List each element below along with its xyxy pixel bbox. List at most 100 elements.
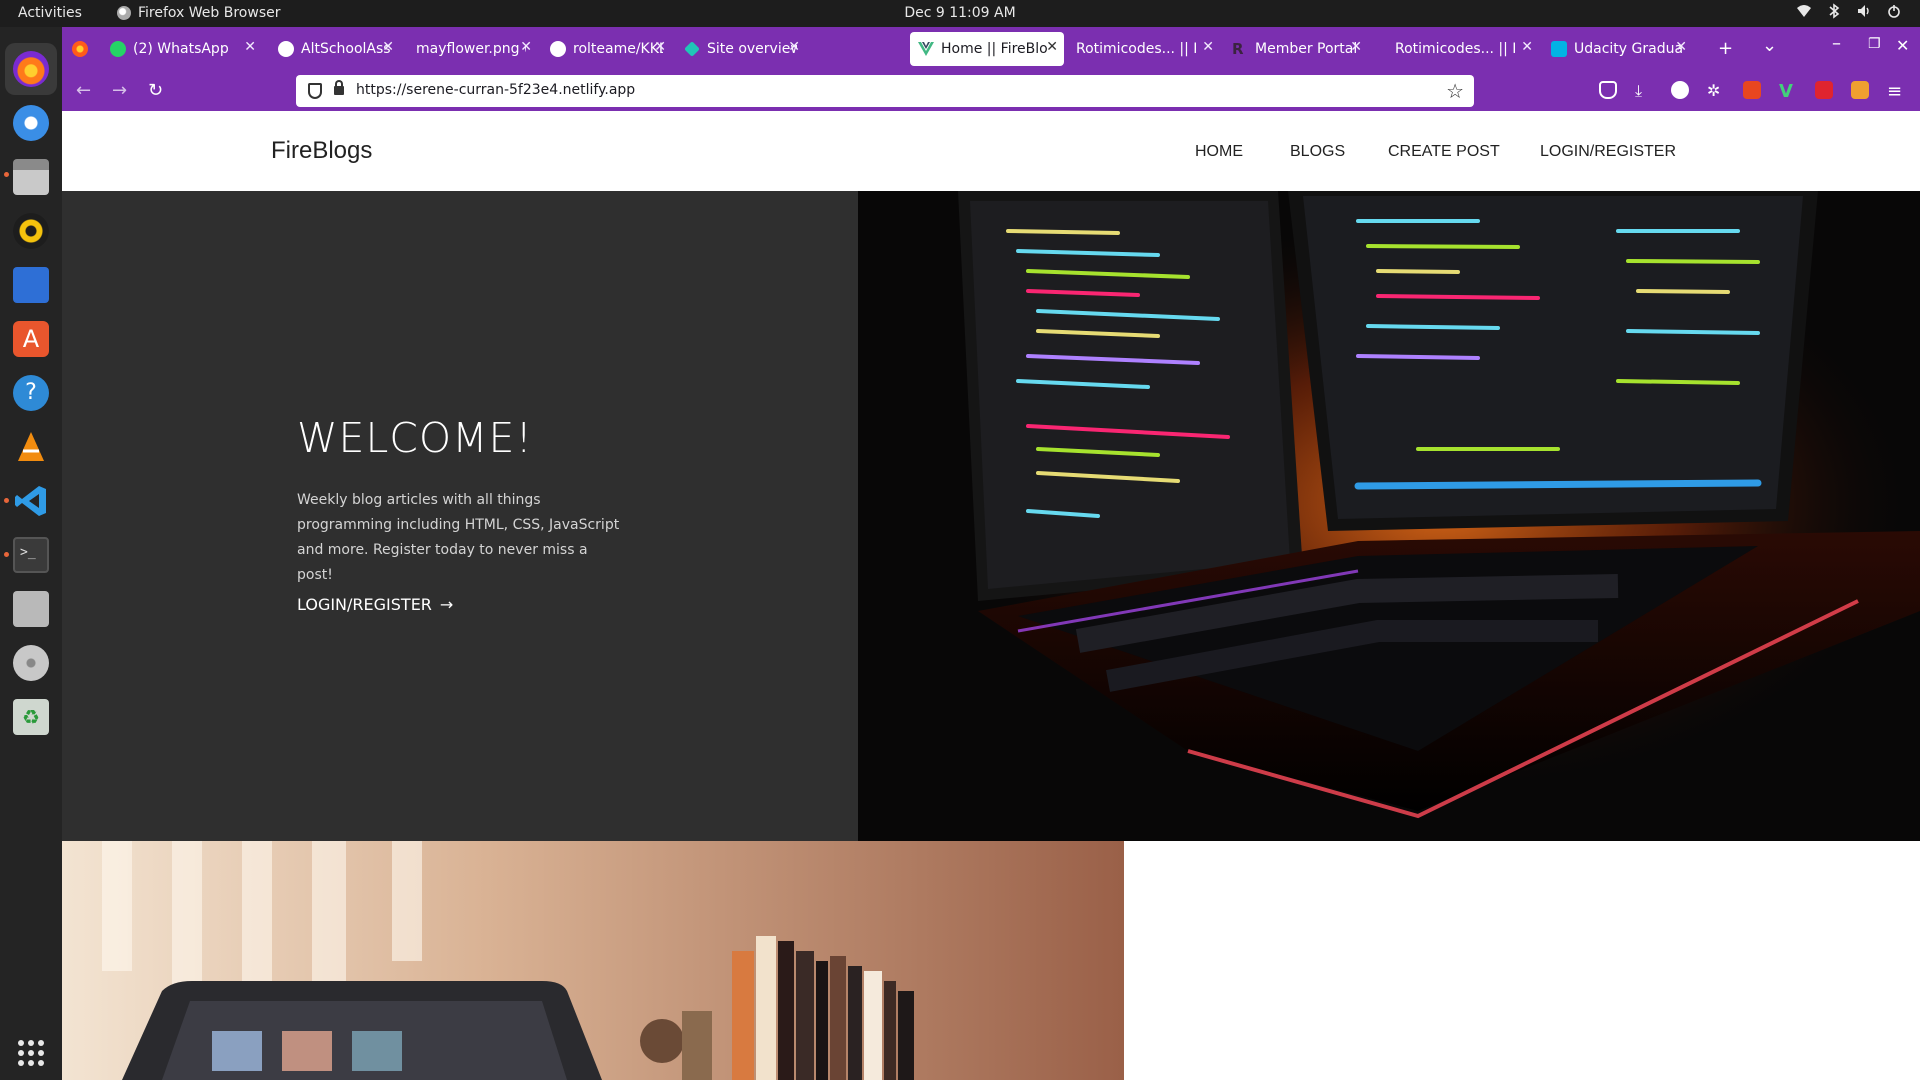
tracking-protection-icon[interactable] — [308, 83, 322, 99]
app-menu[interactable]: Firefox Web Browser — [117, 5, 281, 21]
lock-icon[interactable] — [334, 80, 344, 95]
close-tab-icon[interactable]: ✕ — [520, 39, 532, 55]
system-top-bar: Activities Firefox Web Browser Dec 9 11:… — [0, 0, 1920, 27]
tab-rotimicodes-home[interactable]: Rotimicodes... || Ho ✕ — [1068, 32, 1220, 66]
netlify-icon — [684, 41, 700, 57]
whatsapp-icon — [110, 41, 126, 57]
tab-bar: (2) WhatsApp ✕ AltSchoolAssign ✕ mayflow… — [62, 27, 1920, 71]
close-tab-icon[interactable]: ✕ — [244, 39, 256, 55]
extension-orange-icon[interactable] — [1743, 81, 1761, 99]
tab-label: Udacity Gradua — [1574, 41, 1682, 57]
list-all-tabs-button[interactable]: ⌄ — [1762, 35, 1777, 56]
web-page: FireBlogs HOME BLOGS CREATE POST LOGIN/R… — [62, 111, 1920, 1080]
vscode-icon[interactable] — [13, 483, 49, 519]
running-indicator — [4, 498, 9, 503]
close-tab-icon[interactable]: ✕ — [382, 39, 394, 55]
clock[interactable]: Dec 9 11:09 AM — [0, 5, 1920, 21]
address-bar[interactable]: https://serene-curran-5f23e4.netlify.app… — [296, 75, 1474, 107]
restore-button[interactable]: ❐ — [1868, 36, 1881, 52]
dock: A ? >_ ♻ — [0, 27, 62, 1080]
tab-label: Rotimicodes... || Pr — [1395, 41, 1515, 57]
reload-button[interactable]: ↻ — [148, 80, 163, 101]
desk-laptop-illustration — [62, 841, 1124, 1080]
arrow-right-icon: → — [439, 595, 454, 614]
rhythmbox-icon[interactable] — [13, 213, 49, 249]
udacity-icon — [1551, 41, 1567, 57]
close-tab-icon[interactable]: ✕ — [1202, 39, 1214, 55]
tab-label: mayflower.png (PN — [416, 41, 526, 57]
help-icon[interactable]: ? — [13, 375, 49, 411]
tab-mayflower[interactable]: mayflower.png (PN ✕ — [408, 32, 538, 66]
nav-create-post[interactable]: CREATE POST — [1388, 143, 1500, 161]
tab-label: Member Portal — [1255, 41, 1358, 57]
files-icon[interactable] — [13, 159, 49, 195]
tab-site-overview[interactable]: Site overview | ✕ — [676, 32, 806, 66]
wifi-icon — [1796, 3, 1812, 19]
pocket-icon[interactable] — [1599, 81, 1617, 99]
github-icon — [550, 41, 566, 57]
vue-icon — [918, 41, 934, 57]
close-tab-icon[interactable]: ✕ — [1521, 39, 1533, 55]
r-icon: R — [1232, 40, 1244, 58]
software-center-icon[interactable]: A — [13, 321, 49, 357]
extension-red-icon[interactable] — [1815, 81, 1833, 99]
thunderbird-icon[interactable] — [13, 105, 49, 141]
back-button[interactable]: ← — [76, 80, 91, 101]
hero-intro: WELCOME! Weekly blog articles with all t… — [62, 191, 858, 841]
tab-label: AltSchoolAssign — [301, 41, 391, 57]
downloads-icon[interactable]: ⤓ — [1635, 81, 1653, 100]
running-indicator — [4, 552, 9, 557]
trash-icon[interactable]: ♻ — [13, 699, 49, 735]
menu-icon[interactable]: ≡ — [1887, 81, 1905, 102]
app-name: Firefox Web Browser — [138, 5, 281, 21]
activities-button[interactable]: Activities — [18, 5, 82, 21]
vlc-icon[interactable] — [13, 429, 49, 465]
firefox-small-icon — [117, 6, 131, 20]
new-tab-button[interactable]: + — [1718, 38, 1733, 59]
hero-login-register-link[interactable]: LOGIN/REGISTER → — [297, 595, 453, 614]
extension-vue-devtools-icon[interactable]: V — [1779, 81, 1797, 102]
close-tab-icon[interactable]: ✕ — [788, 39, 800, 55]
extensions-puzzle-icon[interactable] — [1851, 81, 1869, 99]
close-tab-icon[interactable]: ✕ — [1350, 39, 1362, 55]
writer-icon[interactable] — [13, 267, 49, 303]
show-apps-icon[interactable] — [13, 1035, 49, 1071]
text-editor-icon[interactable] — [13, 591, 49, 627]
hero-image-coding-setup — [858, 191, 1920, 841]
forward-button[interactable]: → — [112, 80, 127, 101]
tab-whatsapp[interactable]: (2) WhatsApp ✕ — [102, 32, 262, 66]
nav-login-register[interactable]: LOGIN/REGISTER — [1540, 143, 1676, 161]
navigation-toolbar: ← → ↻ https://serene-curran-5f23e4.netli… — [62, 71, 1920, 111]
tab-rolteame[interactable]: rolteame/KKL: ✕ — [542, 32, 672, 66]
extension-gear-icon[interactable]: ✲ — [1707, 81, 1725, 100]
nav-home[interactable]: HOME — [1195, 143, 1243, 161]
blog-post-image-desk — [62, 841, 1124, 1080]
firefox-icon[interactable] — [13, 51, 49, 87]
tab-label: Home || FireBlo — [941, 41, 1047, 57]
tab-udacity[interactable]: Udacity Gradua ✕ — [1543, 32, 1693, 66]
close-tab-icon[interactable]: ✕ — [1675, 39, 1687, 55]
close-tab-icon[interactable]: ✕ — [1046, 39, 1058, 55]
tab-altschool[interactable]: AltSchoolAssign ✕ — [270, 32, 400, 66]
tab-label: (2) WhatsApp — [133, 41, 229, 57]
firefox-view-button[interactable] — [62, 32, 92, 66]
tab-home-fireblogs[interactable]: Home || FireBlo ✕ — [910, 32, 1064, 66]
running-indicator — [4, 172, 9, 177]
system-tray[interactable] — [1796, 3, 1902, 19]
bookmark-star-icon[interactable]: ☆ — [1446, 79, 1464, 103]
tab-rotimicodes-pr[interactable]: Rotimicodes... || Pr ✕ — [1387, 32, 1539, 66]
url-text[interactable]: https://serene-curran-5f23e4.netlify.app — [356, 82, 635, 98]
hero-cta-label: LOGIN/REGISTER — [297, 595, 432, 614]
tab-label: Rotimicodes... || Ho — [1076, 41, 1196, 57]
site-logo[interactable]: FireBlogs — [271, 137, 372, 165]
terminal-icon[interactable]: >_ — [13, 537, 49, 573]
hero-description: Weekly blog articles with all things pro… — [297, 492, 620, 583]
close-window-button[interactable]: ✕ — [1896, 36, 1909, 55]
power-icon — [1886, 3, 1902, 19]
minimize-button[interactable]: – — [1832, 33, 1841, 54]
nav-blogs[interactable]: BLOGS — [1290, 143, 1345, 161]
extension-r-icon[interactable] — [1671, 81, 1689, 99]
close-tab-icon[interactable]: ✕ — [654, 39, 666, 55]
tab-member-portal[interactable]: R Member Portal ✕ — [1224, 32, 1368, 66]
disc-icon[interactable] — [13, 645, 49, 681]
